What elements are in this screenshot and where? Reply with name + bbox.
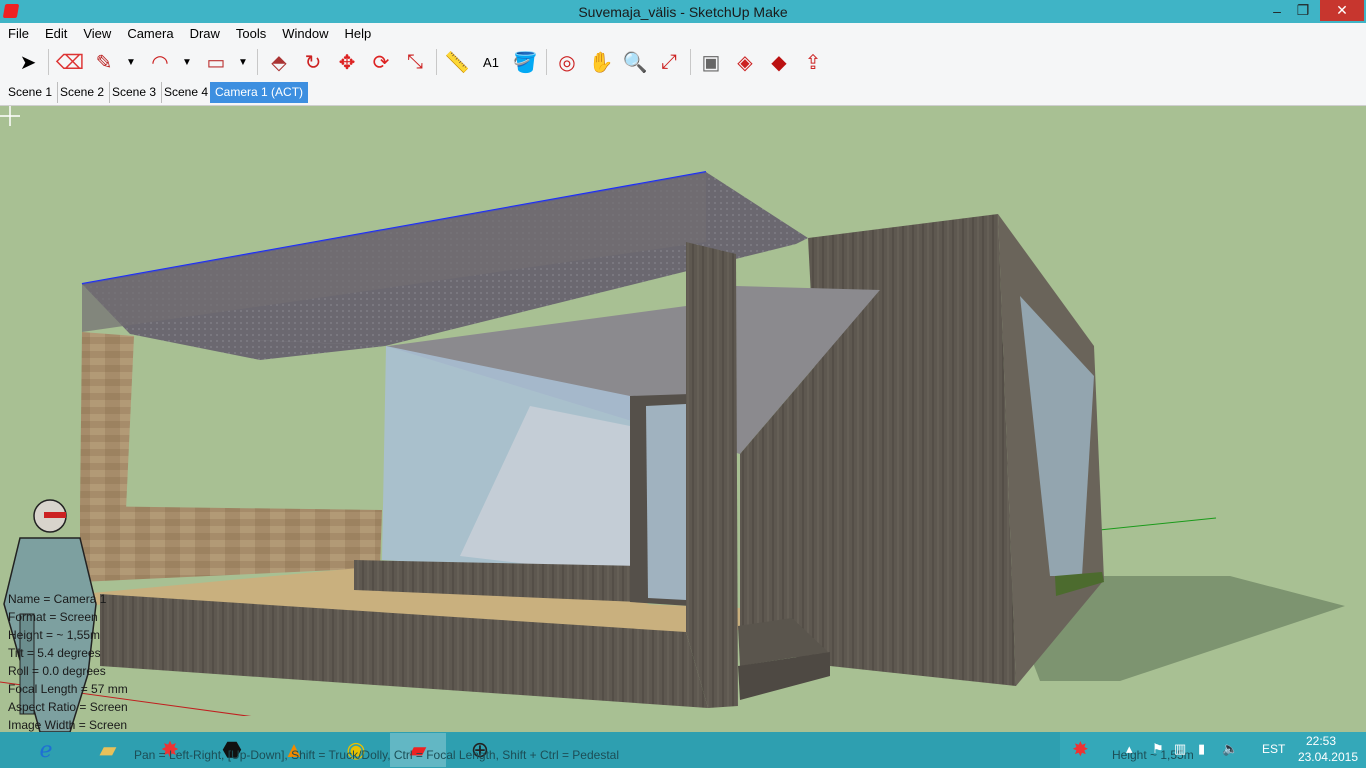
camera-info-height: Height = ~ 1,55m	[8, 628, 101, 642]
maximize-button[interactable]: ❐	[1288, 0, 1318, 21]
toolbar-separator	[436, 49, 437, 75]
rectangle-dropdown-icon[interactable]: ▼	[236, 48, 250, 76]
language-indicator[interactable]: EST	[1262, 742, 1285, 756]
camera-info-name: Name = Camera 1	[8, 592, 107, 606]
paint-bucket-tool-icon[interactable]: 🪣	[511, 48, 539, 76]
camera-info-aspect-ratio: Aspect Ratio = Screen	[8, 700, 128, 714]
arc-dropdown-icon[interactable]: ▼	[180, 48, 194, 76]
previous-view-icon[interactable]: ▣	[697, 48, 725, 76]
select-tool-icon[interactable]: ➤	[14, 48, 42, 76]
text-tool-icon[interactable]: A1	[477, 48, 505, 76]
building-model	[0, 171, 1366, 732]
volume-icon[interactable]: 🔈	[1222, 741, 1238, 757]
taskbar: ℯ ▰ ✸ ⬣ ▲ ◉ ▰ ⊕ Pan = Left-Right, [Up-Do…	[0, 732, 1366, 768]
action-center-flag-icon[interactable]: ⚑	[1152, 741, 1164, 757]
menu-draw[interactable]: Draw	[182, 26, 228, 41]
camera-info-focal-length: Focal Length = 57 mm	[8, 682, 128, 696]
eraser-tool-icon[interactable]: ⌫	[56, 48, 84, 76]
window-title: Suvemaja_välis - SketchUp Make	[578, 3, 788, 20]
pan-tool-icon[interactable]: ✋	[587, 48, 615, 76]
tray-app-icon[interactable]: ✸	[1072, 737, 1089, 762]
rotate-tool-icon[interactable]: ⟳	[367, 48, 395, 76]
tab-scene-2[interactable]: Scene 2	[55, 82, 111, 103]
scene-tabs: Scene 1 Scene 2 Scene 3 Scene 4 Camera 1…	[0, 81, 1366, 106]
toolbar: ➤ ⌫ ✎ ▼ ◠ ▼ ▭ ▼ ⬘ ↻ ✥ ⟳ ⤡ 📏 A1 🪣 ◎ ✋ 🔍 ⤢…	[0, 43, 1366, 82]
menu-edit[interactable]: Edit	[37, 26, 75, 41]
zoom-extents-tool-icon[interactable]: ⤢	[655, 48, 683, 76]
extension-warehouse-icon[interactable]: ◆	[765, 48, 793, 76]
menu-bar: File Edit View Camera Draw Tools Window …	[0, 23, 1366, 43]
file-explorer-icon[interactable]: ▰	[80, 733, 136, 767]
zoom-tool-icon[interactable]: 🔍	[621, 48, 649, 76]
crosshair-cursor-icon	[0, 106, 20, 126]
pencil-dropdown-icon[interactable]: ▼	[124, 48, 138, 76]
pushpull-tool-icon[interactable]: ⬘	[265, 48, 293, 76]
tab-scene-4[interactable]: Scene 4	[159, 82, 215, 103]
camera-info-image-width: Image Width = Screen	[8, 718, 128, 732]
sketchup-app-icon[interactable]	[2, 4, 20, 18]
move-tool-icon[interactable]: ✥	[333, 48, 361, 76]
menu-view[interactable]: View	[75, 26, 119, 41]
menu-window[interactable]: Window	[274, 26, 336, 41]
warehouse-icon[interactable]: ◈	[731, 48, 759, 76]
camera-info-overlay: Name = Camera 1 Format = Screen Height =…	[8, 590, 128, 732]
arc-tool-icon[interactable]: ◠	[146, 48, 174, 76]
menu-tools[interactable]: Tools	[228, 26, 274, 41]
model-viewport[interactable]: Name = Camera 1 Format = Screen Height =…	[0, 106, 1366, 732]
status-hint: Pan = Left-Right, [Up-Down], Shift = Tru…	[134, 748, 619, 762]
toolbar-separator	[257, 49, 258, 75]
network-icon[interactable]: ▥	[1174, 741, 1186, 757]
tab-camera-1[interactable]: Camera 1 (ACT)	[210, 82, 309, 103]
tab-scene-3[interactable]: Scene 3	[107, 82, 163, 103]
camera-info-tilt: Tilt = 5.4 degrees	[8, 646, 101, 660]
orbit-tool-icon[interactable]: ◎	[553, 48, 581, 76]
internet-explorer-icon[interactable]: ℯ	[18, 733, 74, 767]
signal-icon[interactable]: ▮	[1198, 741, 1205, 757]
clock-date[interactable]: 23.04.2015	[1298, 750, 1358, 764]
tab-scene-1[interactable]: Scene 1	[3, 82, 59, 103]
clock-time[interactable]: 22:53	[1306, 734, 1336, 748]
followme-tool-icon[interactable]: ↻	[299, 48, 327, 76]
share-model-icon[interactable]: ⇪	[799, 48, 827, 76]
rectangle-tool-icon[interactable]: ▭	[202, 48, 230, 76]
toolbar-separator	[48, 49, 49, 75]
close-button[interactable]: ✕	[1320, 0, 1364, 21]
menu-file[interactable]: File	[0, 26, 37, 41]
menu-help[interactable]: Help	[337, 26, 380, 41]
pencil-tool-icon[interactable]: ✎	[90, 48, 118, 76]
toolbar-separator	[690, 49, 691, 75]
menu-camera[interactable]: Camera	[119, 26, 181, 41]
title-bar: Suvemaja_välis - SketchUp Make – ❐ ✕	[0, 0, 1366, 23]
toolbar-separator	[546, 49, 547, 75]
system-tray: ✸ Height ~ 1,55m ▴ ⚑ ▥ ▮ 🔈 EST 22:53 23.…	[1060, 732, 1366, 768]
scale-tool-icon[interactable]: ⤡	[401, 48, 429, 76]
tray-expand-icon[interactable]: ▴	[1126, 741, 1133, 757]
camera-info-format: Format = Screen	[8, 610, 98, 624]
tape-measure-tool-icon[interactable]: 📏	[443, 48, 471, 76]
camera-info-roll: Roll = 0.0 degrees	[8, 664, 106, 678]
